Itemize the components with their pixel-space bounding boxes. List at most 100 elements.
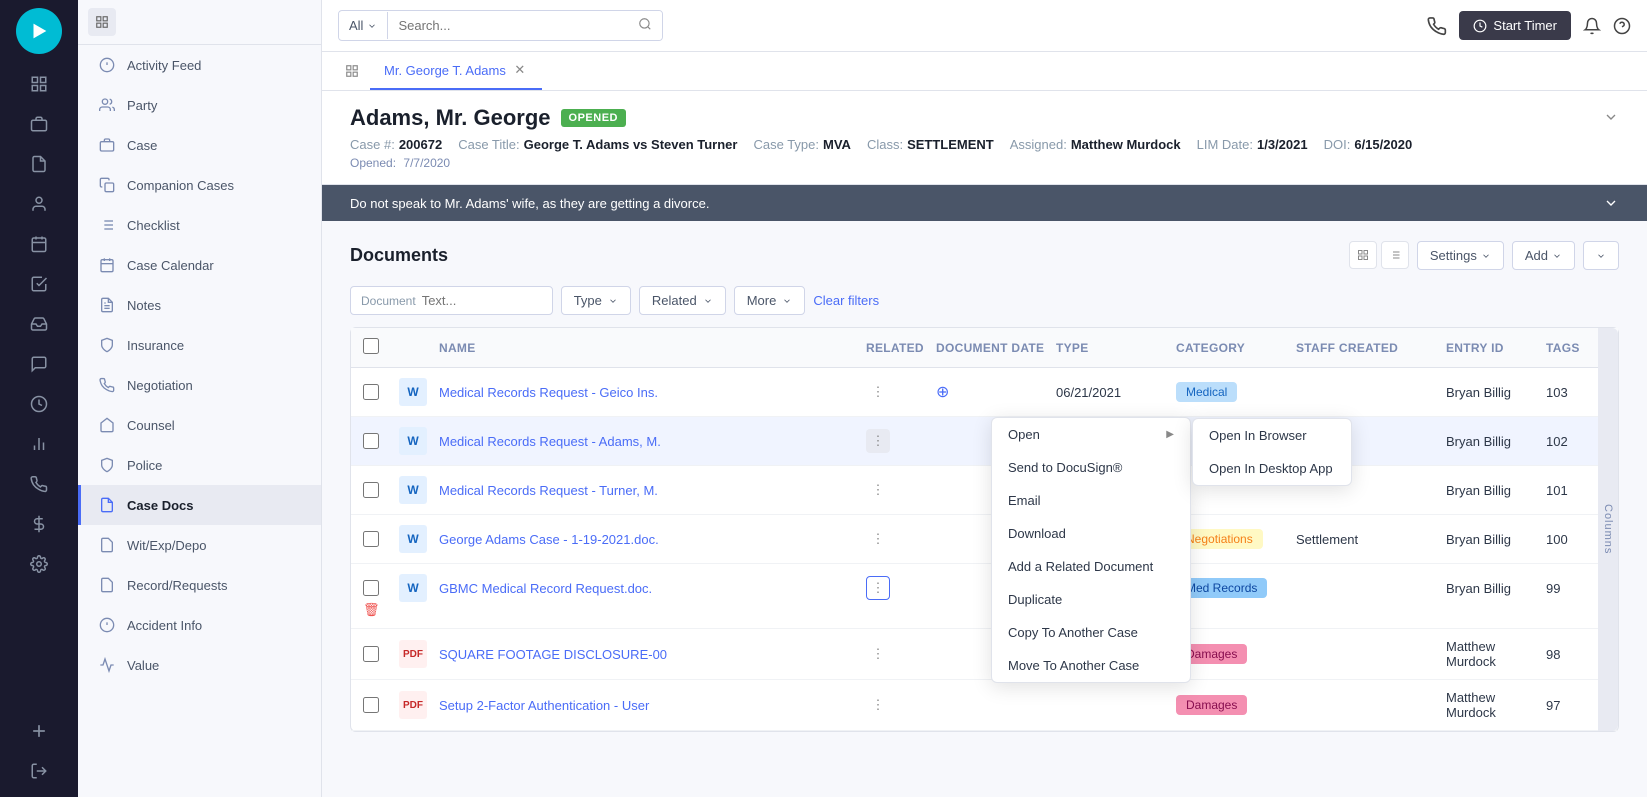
doc-name[interactable]: Medical Records Request - Adams, M. bbox=[439, 434, 866, 449]
case-title: George T. Adams vs Steven Turner bbox=[524, 137, 738, 152]
row-more-button[interactable]: ⋮ bbox=[866, 693, 890, 717]
row-more-button[interactable]: ⋮ bbox=[866, 429, 890, 453]
table-row: PDF SQUARE FOOTAGE DISCLOSURE-00 ⋮ Damag… bbox=[351, 629, 1618, 680]
chat-icon[interactable] bbox=[18, 346, 60, 382]
row-checkbox[interactable] bbox=[363, 384, 379, 400]
open-in-browser[interactable]: Open In Browser bbox=[1193, 419, 1351, 452]
briefcase-icon[interactable] bbox=[18, 106, 60, 142]
tab-close-button[interactable]: ✕ bbox=[512, 62, 528, 78]
clear-filters-button[interactable]: Clear filters bbox=[813, 293, 879, 308]
chart-icon[interactable] bbox=[18, 426, 60, 462]
context-open[interactable]: Open ▶ Open In Browser Open In Desktop A… bbox=[992, 418, 1190, 451]
settings-icon[interactable] bbox=[18, 546, 60, 582]
row-checkbox[interactable] bbox=[363, 531, 379, 547]
notification-icon[interactable] bbox=[1583, 17, 1601, 35]
row-checkbox[interactable] bbox=[363, 433, 379, 449]
search-type-selector[interactable]: All bbox=[339, 12, 388, 39]
context-duplicate[interactable]: Duplicate bbox=[992, 583, 1190, 616]
columns-sidebar[interactable]: Columns bbox=[1598, 328, 1618, 731]
tab-grid-button[interactable] bbox=[338, 57, 366, 85]
delete-button[interactable]: 🗑 bbox=[363, 602, 380, 617]
grid-view-button[interactable] bbox=[1349, 241, 1377, 269]
row-more-button[interactable]: ⋮ bbox=[866, 576, 890, 600]
row-more-button[interactable]: ⋮ bbox=[866, 527, 890, 551]
doc-name[interactable]: Medical Records Request - Geico Ins. bbox=[439, 385, 866, 400]
document-icon[interactable] bbox=[18, 146, 60, 182]
search-input[interactable] bbox=[388, 12, 628, 39]
doc-type-cell: Negotiations bbox=[1176, 529, 1296, 549]
row-more-button[interactable]: ⋮ bbox=[866, 642, 890, 666]
row-more-button[interactable]: ⋮ bbox=[866, 380, 890, 404]
add-chevron-icon bbox=[1552, 251, 1562, 261]
sidebar-item-case-docs[interactable]: Case Docs bbox=[78, 485, 321, 525]
sidebar-item-negotiation[interactable]: Negotiation bbox=[78, 365, 321, 405]
sidebar-item-label: Companion Cases bbox=[127, 178, 234, 193]
sidebar-item-case-calendar[interactable]: Case Calendar bbox=[78, 245, 321, 285]
add-button[interactable]: Add bbox=[1512, 241, 1575, 270]
phone-topbar-icon[interactable] bbox=[1427, 16, 1447, 36]
related-add-icon[interactable]: ⊕ bbox=[936, 384, 949, 401]
context-add-related[interactable]: Add a Related Document bbox=[992, 550, 1190, 583]
row-checkbox[interactable] bbox=[363, 697, 379, 713]
col-category: Category bbox=[1176, 341, 1296, 355]
context-copy-case[interactable]: Copy To Another Case bbox=[992, 616, 1190, 649]
doc-name[interactable]: GBMC Medical Record Request.doc. bbox=[439, 581, 866, 596]
sidebar-item-accident-info[interactable]: Accident Info bbox=[78, 605, 321, 645]
context-download[interactable]: Download bbox=[992, 517, 1190, 550]
type-filter-dropdown[interactable]: Type bbox=[561, 286, 631, 315]
doc-name[interactable]: Medical Records Request - Turner, M. bbox=[439, 483, 866, 498]
grid-icon[interactable] bbox=[18, 66, 60, 102]
add-icon[interactable] bbox=[18, 713, 60, 749]
dollar-icon[interactable] bbox=[18, 506, 60, 542]
context-docusign[interactable]: Send to DocuSign® bbox=[992, 451, 1190, 484]
check-icon[interactable] bbox=[18, 266, 60, 302]
app-logo[interactable] bbox=[16, 8, 62, 54]
doc-name[interactable]: SQUARE FOOTAGE DISCLOSURE-00 bbox=[439, 647, 866, 662]
sidebar-item-counsel[interactable]: Counsel bbox=[78, 405, 321, 445]
sidebar-item-notes[interactable]: Notes bbox=[78, 285, 321, 325]
col-staff: Staff Created bbox=[1296, 341, 1446, 355]
type-filter-label: Type bbox=[574, 293, 602, 308]
select-all-checkbox[interactable] bbox=[363, 338, 379, 354]
search-button[interactable] bbox=[628, 11, 662, 40]
sidebar-item-companion-cases[interactable]: Companion Cases bbox=[78, 165, 321, 205]
related-filter-dropdown[interactable]: Related bbox=[639, 286, 726, 315]
doc-icon-word: W bbox=[399, 427, 427, 455]
docs-header: Documents Settings Add bbox=[350, 241, 1619, 270]
row-more-button[interactable]: ⋮ bbox=[866, 478, 890, 502]
logout-icon[interactable] bbox=[18, 753, 60, 789]
row-checkbox[interactable] bbox=[363, 482, 379, 498]
clock-icon[interactable] bbox=[18, 386, 60, 422]
row-checkbox[interactable] bbox=[363, 646, 379, 662]
open-in-desktop-app[interactable]: Open In Desktop App bbox=[1193, 452, 1351, 485]
list-view-button[interactable] bbox=[1381, 241, 1409, 269]
start-timer-button[interactable]: Start Timer bbox=[1459, 11, 1571, 40]
help-icon[interactable] bbox=[1613, 17, 1631, 35]
document-filter-input[interactable] bbox=[422, 293, 542, 308]
calendar-icon[interactable] bbox=[18, 226, 60, 262]
sidebar-tab-grid[interactable] bbox=[88, 8, 116, 36]
sidebar-item-record-requests[interactable]: Record/Requests bbox=[78, 565, 321, 605]
settings-button[interactable]: Settings bbox=[1417, 241, 1504, 270]
person-icon[interactable] bbox=[18, 186, 60, 222]
row-checkbox[interactable] bbox=[363, 580, 379, 596]
add-extra-button[interactable] bbox=[1583, 241, 1619, 270]
sidebar-item-activity-feed[interactable]: Activity Feed bbox=[78, 45, 321, 85]
sidebar-item-wit-exp-depo[interactable]: Wit/Exp/Depo bbox=[78, 525, 321, 565]
context-email[interactable]: Email bbox=[992, 484, 1190, 517]
tab-mr-george[interactable]: Mr. George T. Adams ✕ bbox=[370, 52, 542, 90]
context-move-case[interactable]: Move To Another Case bbox=[992, 649, 1190, 682]
sidebar-item-police[interactable]: Police bbox=[78, 445, 321, 485]
case-header-collapse[interactable] bbox=[1603, 109, 1619, 128]
inbox-icon[interactable] bbox=[18, 306, 60, 342]
sidebar-item-case[interactable]: Case bbox=[78, 125, 321, 165]
sidebar-item-checklist[interactable]: Checklist bbox=[78, 205, 321, 245]
phone-icon[interactable] bbox=[18, 466, 60, 502]
more-filter-dropdown[interactable]: More bbox=[734, 286, 806, 315]
doc-name[interactable]: George Adams Case - 1-19-2021.doc. bbox=[439, 532, 866, 547]
alert-collapse-icon[interactable] bbox=[1603, 195, 1619, 211]
sidebar-item-value[interactable]: Value bbox=[78, 645, 321, 685]
doc-name[interactable]: Setup 2-Factor Authentication - User bbox=[439, 698, 866, 713]
sidebar-item-insurance[interactable]: Insurance bbox=[78, 325, 321, 365]
sidebar-item-party[interactable]: Party bbox=[78, 85, 321, 125]
